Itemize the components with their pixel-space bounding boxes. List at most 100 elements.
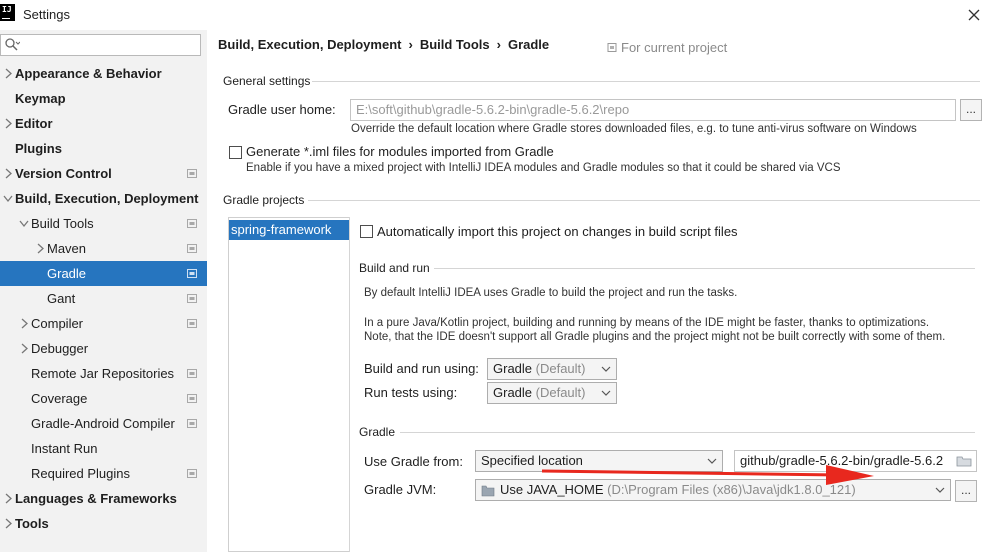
breadcrumb-separator: › [408, 37, 413, 52]
build-and-run-using-select[interactable]: Gradle (Default) [487, 358, 617, 380]
breadcrumb-item: Build Tools [419, 37, 490, 52]
breadcrumb-item: Gradle [507, 37, 550, 52]
browse-jvm-button[interactable]: ... [955, 480, 977, 502]
sidebar-item-label: Maven [47, 241, 87, 256]
section-divider [308, 200, 980, 201]
chevron-down-icon [707, 458, 717, 464]
select-default-suffix: (Default) [532, 385, 586, 400]
select-value: Gradle [493, 385, 533, 400]
gradle-projects-title: Gradle projects [223, 193, 305, 207]
project-scope-icon [187, 393, 197, 404]
user-home-hint: Override the default location where Grad… [351, 123, 917, 135]
sidebar-item-gradle-android-compiler[interactable]: Gradle-Android Compiler [0, 411, 207, 436]
intellij-logo-icon: IJ [0, 4, 15, 21]
sidebar-item-label: Tools [15, 516, 49, 531]
section-divider [400, 432, 975, 433]
section-divider [434, 268, 975, 269]
sidebar-item-coverage[interactable]: Coverage [0, 386, 207, 411]
use-gradle-from-label: Use Gradle from: [364, 454, 463, 469]
sidebar-item-label: Build, Execution, Deployment [15, 191, 199, 206]
sidebar-item-label: Version Control [15, 166, 112, 181]
sidebar-item-debugger[interactable]: Debugger [0, 336, 207, 361]
sidebar-item-languages-frameworks[interactable]: Languages & Frameworks [0, 486, 207, 511]
sidebar-item-label: Gradle-Android Compiler [31, 416, 175, 431]
sidebar-item-label: Instant Run [31, 441, 98, 456]
build-run-description: Note, that the IDE doesn't support all G… [364, 331, 946, 343]
select-value: Use JAVA_HOME [500, 482, 604, 497]
project-scope-icon [187, 318, 197, 329]
close-icon [968, 9, 980, 21]
sidebar-item-compiler[interactable]: Compiler [0, 311, 207, 336]
project-scope-icon [187, 218, 197, 229]
general-settings-title: General settings [223, 74, 311, 88]
chevron-down-icon [935, 487, 945, 493]
sidebar-item-appearance-behavior[interactable]: Appearance & Behavior [0, 61, 207, 86]
browse-user-home-button[interactable]: ... [960, 99, 982, 121]
sidebar-item-label: Gant [47, 291, 76, 306]
gradle-jvm-select[interactable]: Use JAVA_HOME (D:\Program Files (x86)\Ja… [475, 479, 951, 501]
build-and-run-using-label: Build and run using: [364, 361, 479, 376]
sidebar-item-label: Build Tools [31, 216, 94, 231]
sidebar-item-label: Required Plugins [31, 466, 131, 481]
section-divider [312, 81, 980, 82]
sidebar-item-required-plugins[interactable]: Required Plugins [0, 461, 207, 486]
sidebar-item-label: Keymap [15, 91, 66, 106]
auto-import-checkbox[interactable] [360, 225, 373, 238]
jvm-path-suffix: (D:\Program Files (x86)\Java\jdk1.8.0_12… [603, 482, 856, 497]
project-scope-icon [187, 168, 197, 179]
sidebar-item-instant-run[interactable]: Instant Run [0, 436, 207, 461]
window-title: Settings [23, 7, 70, 22]
sidebar-item-label: Appearance & Behavior [15, 66, 162, 81]
project-scope-icon [187, 468, 197, 479]
sidebar-item-version-control[interactable]: Version Control [0, 161, 207, 186]
gradle-jvm-label: Gradle JVM: [364, 482, 437, 497]
search-icon [5, 38, 20, 51]
project-scope-icon [607, 43, 617, 52]
gradle-location-value: github/gradle-5.6.2-bin/gradle-5.6.2 [740, 453, 944, 468]
sidebar-item-gradle[interactable]: Gradle [0, 261, 207, 286]
generate-iml-checkbox[interactable] [229, 146, 242, 159]
chevron-down-icon [601, 390, 611, 396]
run-tests-using-select[interactable]: Gradle (Default) [487, 382, 617, 404]
sidebar-item-editor[interactable]: Editor [0, 111, 207, 136]
settings-search-box[interactable] [0, 34, 201, 56]
project-list-item-spring-framework[interactable]: spring-framework [229, 220, 349, 240]
chevron-right-icon[interactable] [3, 511, 13, 546]
run-tests-using-label: Run tests using: [364, 385, 458, 400]
gradle-user-home-input[interactable]: E:\soft\github\gradle-5.6.2-bin\gradle-5… [350, 99, 956, 121]
sidebar-item-keymap[interactable]: Keymap [0, 86, 207, 111]
build-run-description: In a pure Java/Kotlin project, building … [364, 317, 930, 329]
search-input[interactable] [21, 37, 197, 53]
for-current-project-label: For current project [621, 40, 728, 55]
generate-iml-hint: Enable if you have a mixed project with … [246, 162, 841, 174]
select-value: Specified location [481, 453, 583, 468]
gradle-projects-list[interactable]: spring-framework [228, 217, 350, 552]
sidebar-item-remote-jar-repositories[interactable]: Remote Jar Repositories [0, 361, 207, 386]
build-and-run-title: Build and run [359, 261, 430, 275]
select-value: Gradle [493, 361, 533, 376]
sidebar-item-build-execution-deployment[interactable]: Build, Execution, Deployment [0, 186, 207, 211]
close-button[interactable] [962, 4, 986, 26]
breadcrumb: Build, Execution, Deployment › Build Tools… [218, 37, 556, 52]
project-scope-icon [187, 418, 197, 429]
sidebar-item-gant[interactable]: Gant [0, 286, 207, 311]
generate-iml-label: Generate *.iml files for modules importe… [246, 144, 554, 159]
sidebar-item-label: Languages & Frameworks [15, 491, 177, 506]
sidebar-item-label: Compiler [31, 316, 84, 331]
sidebar-item-plugins[interactable]: Plugins [0, 136, 207, 161]
panel-splitter[interactable] [349, 217, 350, 552]
use-gradle-from-select[interactable]: Specified location [475, 450, 723, 472]
sidebar-item-tools[interactable]: Tools [0, 511, 207, 536]
gradle-section-title: Gradle [359, 425, 396, 439]
sidebar-item-label: Remote Jar Repositories [31, 366, 175, 381]
sidebar-item-label: Gradle [47, 266, 87, 281]
sidebar-item-build-tools[interactable]: Build Tools [0, 211, 207, 236]
build-run-description: By default IntelliJ IDEA uses Gradle to … [364, 287, 738, 299]
folder-icon[interactable] [956, 454, 972, 468]
gradle-location-input[interactable]: github/gradle-5.6.2-bin/gradle-5.6.2 [734, 450, 977, 472]
settings-sidebar: Appearance & Behavior Keymap Editor Plugins… [0, 30, 207, 552]
sidebar-item-maven[interactable]: Maven [0, 236, 207, 261]
chevron-down-icon [601, 366, 611, 372]
sidebar-item-label: Editor [15, 116, 53, 131]
breadcrumb-separator: › [496, 37, 501, 52]
